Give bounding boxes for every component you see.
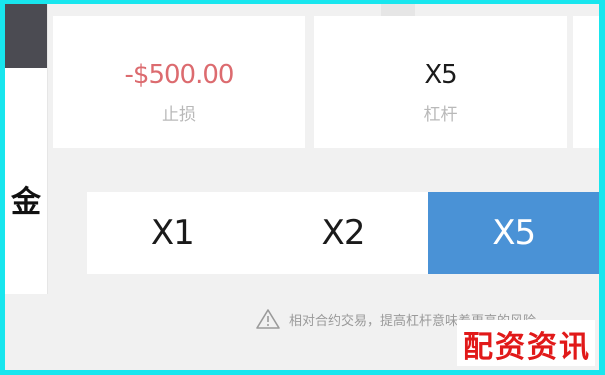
stop-loss-label: 止损 [162,105,196,125]
screen: 金 -$500.00 止损 X5 杠杆 X1 X2 X5 相对合约交易，提高杠杆… [5,4,599,370]
side-label: 金 [11,185,41,220]
warning-icon [255,308,281,330]
leverage-selector: X1 X2 X5 [87,192,599,274]
leverage-option-x1[interactable]: X1 [87,192,258,274]
leverage-option-x2[interactable]: X2 [258,192,429,274]
leverage-label: 杠杆 [423,105,458,125]
stop-loss-value: -$500.00 [124,60,235,90]
top-divider [381,4,415,16]
side-header-block [5,4,47,68]
stop-loss-card: -$500.00 止损 [53,16,305,148]
leverage-card: X5 杠杆 [314,16,567,148]
leverage-value: X5 [424,60,457,90]
side-panel: 金 [5,4,48,294]
next-card-edge [573,16,599,148]
watermark-stamp: 配资资讯 [457,320,595,366]
leverage-option-x5[interactable]: X5 [428,192,599,274]
